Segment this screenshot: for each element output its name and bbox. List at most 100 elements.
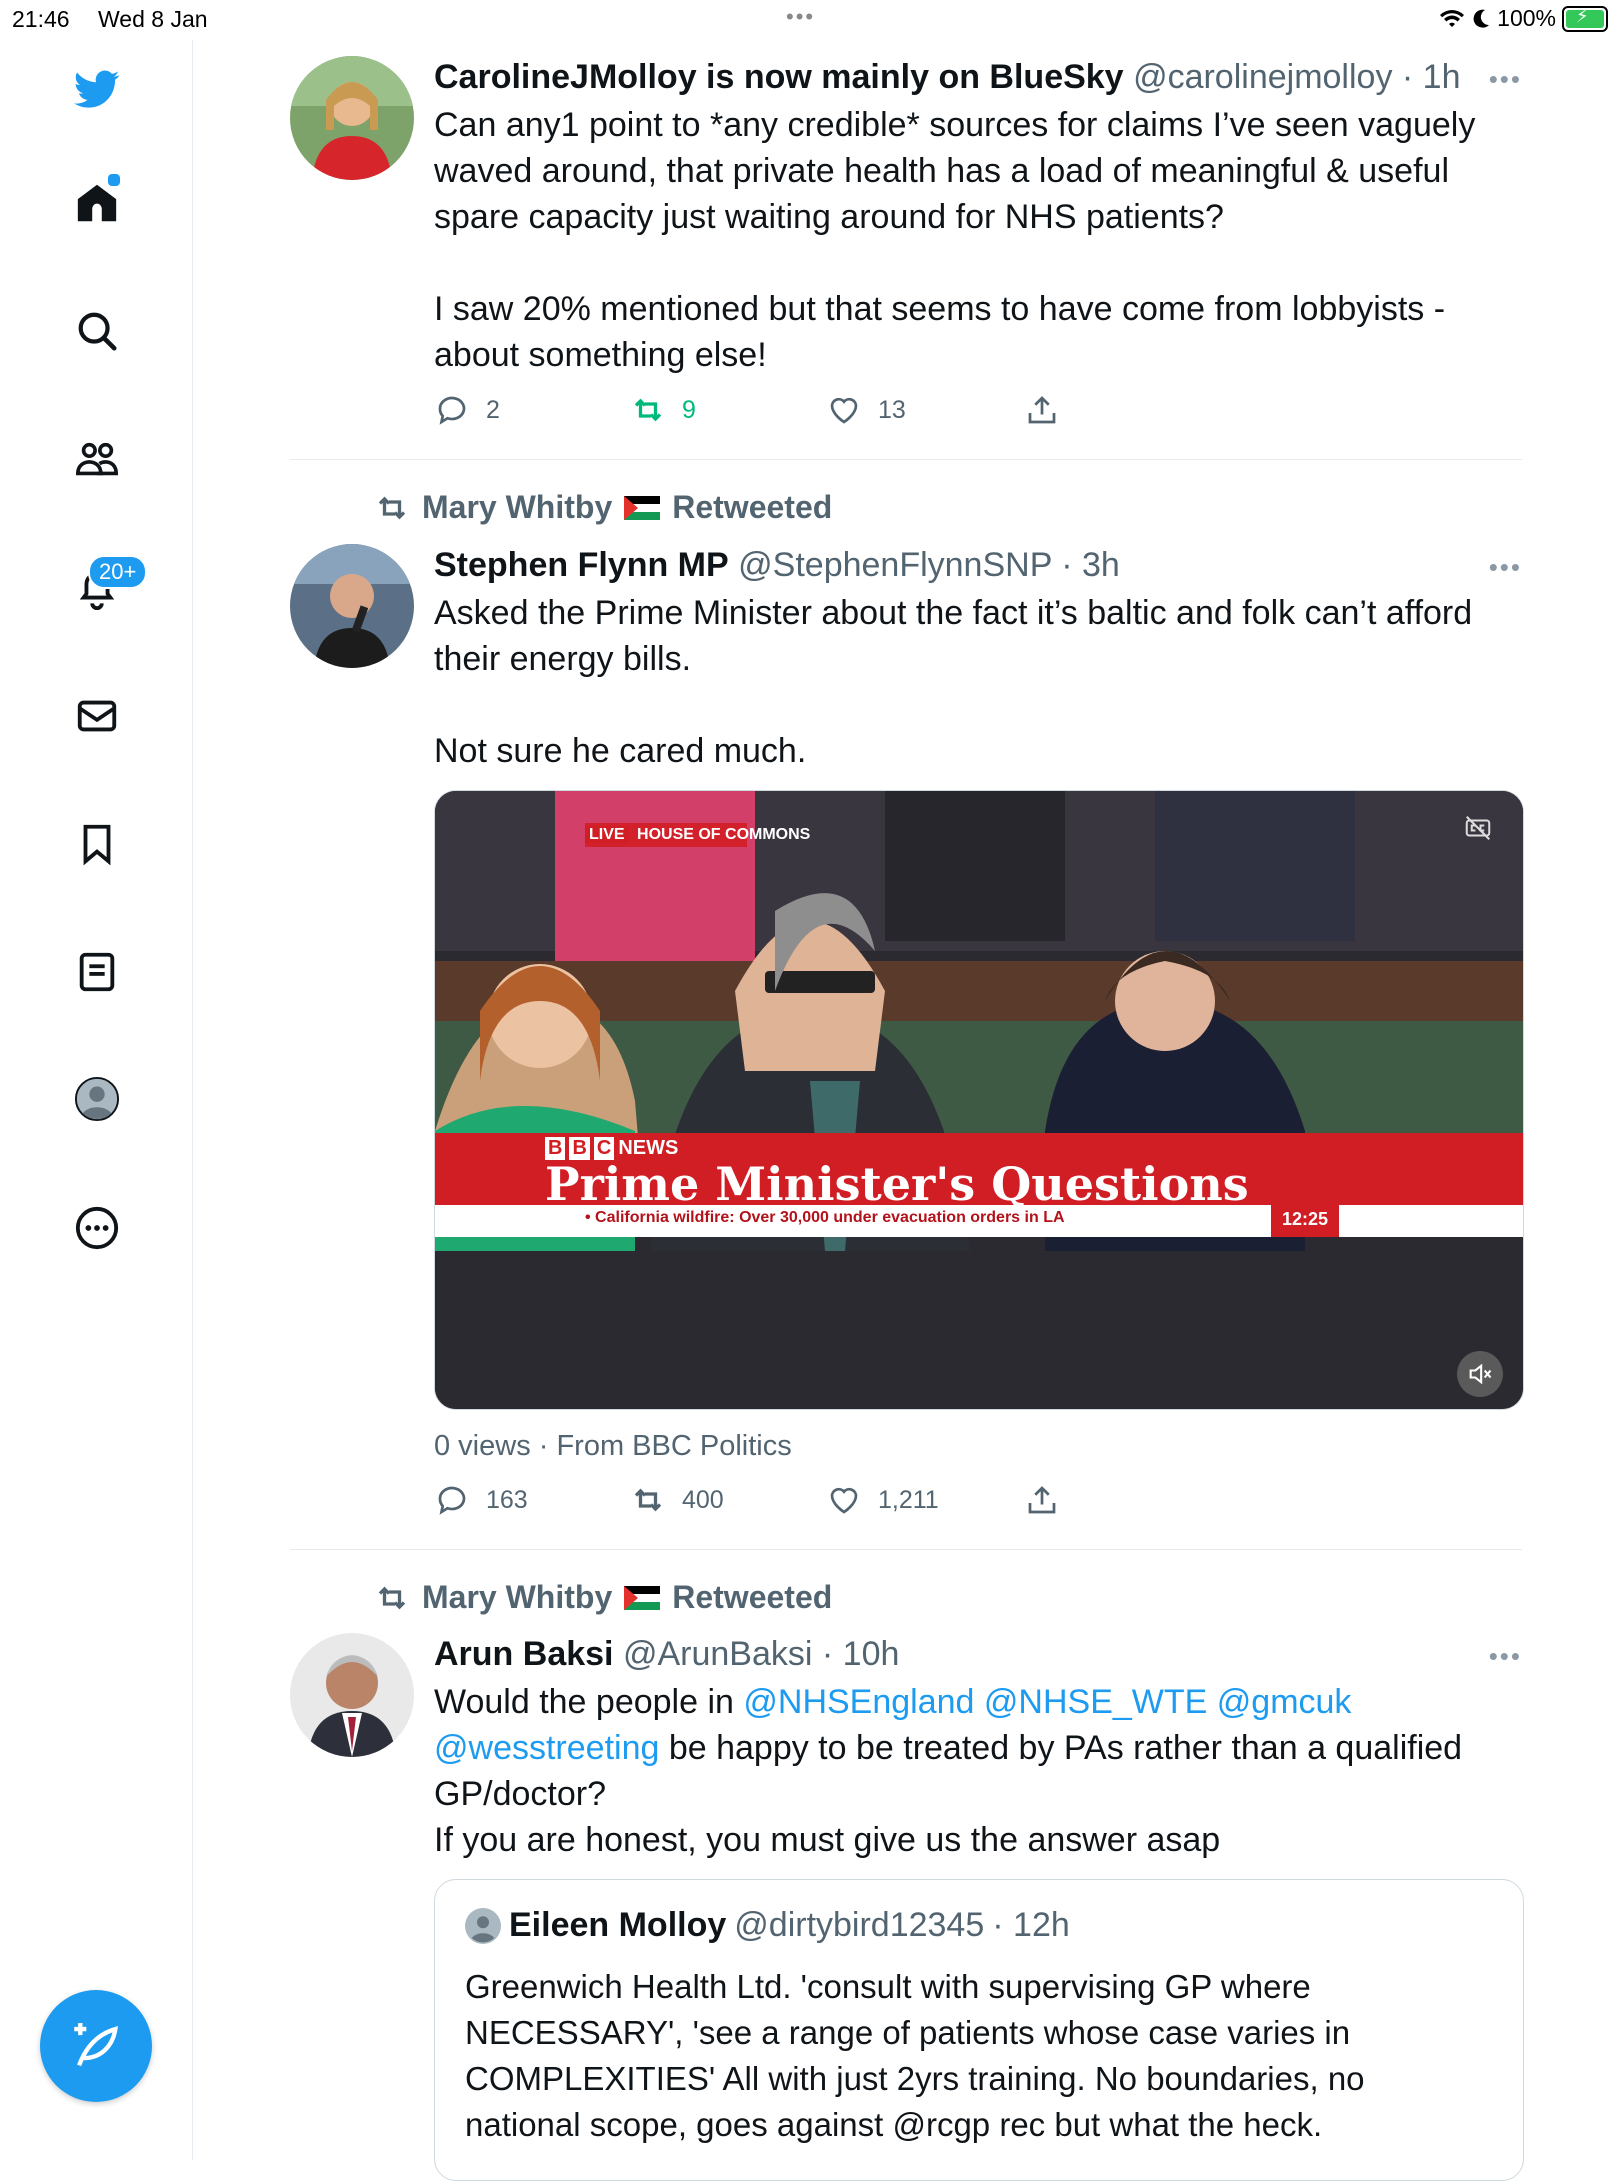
more-options-icon[interactable]: [72, 1203, 122, 1253]
retweeted-label: Retweeted: [672, 1579, 833, 1615]
mute-button[interactable]: [1457, 1351, 1503, 1397]
display-name[interactable]: Stephen Flynn MP: [434, 546, 729, 584]
retweeter-name: Mary Whitby: [422, 489, 613, 525]
captions-icon[interactable]: [1463, 813, 1493, 843]
retweet-count: 400: [682, 1485, 724, 1514]
tweet-paragraph: I saw 20% mentioned but that seems to ha…: [434, 290, 1446, 374]
retweeted-by[interactable]: Mary Whitby Retweeted: [374, 489, 832, 526]
profile-icon[interactable]: [72, 1074, 122, 1124]
tweet-divider: [290, 459, 1522, 460]
retweet-icon: [378, 496, 406, 519]
channel-bug: LIVE HOUSE OF COMMONS: [585, 823, 814, 847]
retweeted-label: Retweeted: [672, 489, 833, 525]
wifi-icon: [1440, 9, 1465, 27]
tweet-paragraph: Would the people in @NHSEngland @NHSE_WT…: [434, 1679, 1522, 1817]
tweet-text: Can any1 point to *any credible* sources…: [434, 102, 1522, 378]
tweet-paragraph: Asked the Prime Minister about the fact …: [434, 594, 1473, 678]
share-button[interactable]: [1024, 1482, 1060, 1518]
retweet-icon: [634, 398, 662, 422]
more-options-icon[interactable]: •••: [1489, 552, 1522, 583]
compose-feather-icon: [74, 2023, 118, 2067]
quoted-tweet-text: Greenwich Health Ltd. 'consult with supe…: [465, 1968, 1365, 2143]
quoted-tweet-header: Eileen Molloy @dirtybird12345 · 12h: [465, 1906, 1070, 1945]
avatar[interactable]: [290, 1633, 414, 1757]
programme-title: Prime Minister's Questions: [545, 1157, 1249, 1211]
retweet-button[interactable]: 9: [630, 392, 696, 428]
tweet-text: Would the people in @NHSEngland @NHSE_WT…: [434, 1679, 1522, 1863]
tweet-time: · 1h: [1401, 58, 1461, 96]
tweet-time: · 3h: [1061, 546, 1120, 584]
compose-tweet-button[interactable]: [40, 1990, 152, 2102]
broadcast-clock: 12:25: [1281, 1209, 1329, 1229]
quoted-user-handle: @dirtybird12345: [734, 1906, 985, 1944]
retweet-count: 9: [682, 395, 696, 424]
search-icon[interactable]: [72, 306, 122, 356]
lists-icon[interactable]: [72, 947, 122, 997]
palestine-flag-icon: [624, 495, 661, 520]
quoted-tweet-time: · 12h: [992, 1906, 1070, 1944]
more-options-icon[interactable]: •••: [1489, 1641, 1522, 1672]
tweet-actions: 2 9 13: [434, 392, 1134, 432]
live-tag: LIVE: [585, 826, 629, 843]
home-unread-dot: [106, 172, 122, 188]
quoted-tweet[interactable]: Eileen Molloy @dirtybird12345 · 12h Gree…: [434, 1879, 1524, 2181]
retweet-icon: [634, 1488, 662, 1512]
retweet-button[interactable]: 400: [630, 1482, 724, 1518]
battery-percent: 100%: [1497, 5, 1556, 31]
tweet-text: Asked the Prime Minister about the fact …: [434, 590, 1522, 774]
multitasking-dots-icon[interactable]: •••: [786, 4, 815, 30]
twitter-logo-icon[interactable]: [72, 64, 122, 114]
like-button[interactable]: 13: [826, 392, 906, 428]
palestine-flag-icon: [624, 1585, 661, 1610]
heart-icon: [830, 1487, 858, 1514]
display-name[interactable]: CarolineJMolloy is now mainly on BlueSky: [434, 58, 1124, 96]
share-button[interactable]: [1024, 392, 1060, 428]
avatar[interactable]: [290, 56, 414, 180]
tweet-header: CarolineJMolloy is now mainly on BlueSky…: [434, 56, 1522, 98]
retweeted-by[interactable]: Mary Whitby Retweeted: [374, 1579, 832, 1616]
reply-count: 163: [486, 1485, 528, 1514]
reply-icon: [438, 396, 466, 425]
reply-button[interactable]: 2: [434, 392, 500, 428]
display-name[interactable]: Arun Baksi: [434, 1635, 614, 1673]
user-handle[interactable]: @StephenFlynnSNP: [738, 546, 1052, 584]
messages-icon[interactable]: [72, 691, 122, 741]
reply-count: 2: [486, 395, 500, 424]
retweet-icon: [378, 1586, 406, 1609]
tweet-paragraph: If you are honest, you must give us the …: [434, 1821, 1221, 1859]
status-date: Wed 8 Jan: [98, 6, 208, 32]
mention-link[interactable]: @wesstreeting: [434, 1729, 659, 1767]
communities-icon[interactable]: [72, 435, 122, 485]
tweet-paragraph: Can any1 point to *any credible* sources…: [434, 106, 1476, 236]
bookmarks-icon[interactable]: [72, 819, 122, 869]
tweet-time: · 10h: [821, 1635, 900, 1673]
video-views-source: 0 views · From BBC Politics: [434, 1430, 792, 1462]
tweet-header: Arun Baksi @ArunBaksi · 10h: [434, 1633, 1522, 1675]
battery-icon: ⚡: [1562, 5, 1608, 32]
video-player[interactable]: LIVE HOUSE OF COMMONS BBC NEWS Prime Min…: [434, 790, 1524, 1410]
status-time: 21:46: [12, 6, 70, 32]
tweet-text-prefix: Would the people in: [434, 1683, 744, 1721]
reply-button[interactable]: 163: [434, 1482, 528, 1518]
user-handle[interactable]: @carolinejmolloy: [1133, 58, 1392, 96]
tweet-divider: [290, 1549, 1522, 1550]
moon-icon: [1473, 9, 1490, 28]
quoted-display-name: Eileen Molloy: [509, 1906, 727, 1944]
tweet-actions: 163 400 1,211: [434, 1482, 1134, 1522]
muted-speaker-icon: [1469, 1363, 1492, 1385]
more-options-icon[interactable]: •••: [1489, 64, 1522, 95]
like-button[interactable]: 1,211: [826, 1482, 939, 1518]
retweeter-name: Mary Whitby: [422, 1579, 613, 1615]
quoted-avatar[interactable]: [465, 1907, 501, 1944]
video-frame: [435, 791, 1523, 1409]
user-handle[interactable]: @ArunBaksi: [623, 1635, 812, 1673]
share-icon: [1028, 1486, 1056, 1514]
mention-links[interactable]: @NHSEngland @NHSE_WTE @gmcuk: [743, 1683, 1351, 1721]
channel-name: HOUSE OF COMMONS: [637, 826, 811, 843]
share-icon: [1028, 396, 1056, 424]
notification-count-badge: 20+: [88, 555, 148, 589]
tweet-paragraph: Not sure he cared much.: [434, 732, 807, 770]
status-right: 100% ⚡: [1439, 5, 1608, 32]
status-bar: 21:46 Wed 8 Jan ••• 100% ⚡: [0, 0, 1620, 40]
avatar[interactable]: [290, 544, 414, 668]
